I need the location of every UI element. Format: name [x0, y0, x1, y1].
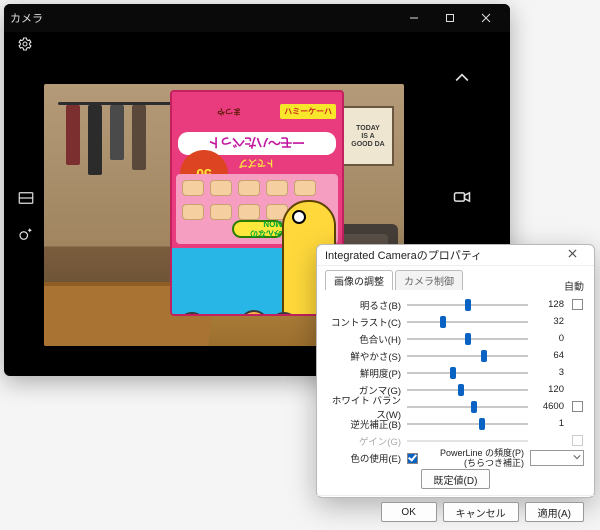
slider-gain [407, 435, 528, 447]
row-backlight: 逆光補正(B) 1 [327, 415, 584, 432]
label-gain: ゲイン(G) [327, 434, 401, 448]
expand-panel-button[interactable] [450, 68, 474, 92]
label-brightness: 明るさ(B) [327, 298, 401, 312]
value-gamma: 120 [534, 384, 564, 395]
label-sharpness: 鮮明度(P) [327, 366, 401, 380]
ok-button[interactable]: OK [381, 502, 437, 522]
auto-brightness-checkbox[interactable] [572, 299, 583, 310]
video-icon [452, 187, 472, 212]
sign-line: GOOD DA [351, 141, 384, 148]
value-sharpness: 3 [534, 367, 564, 378]
color-enable-checkbox[interactable] [407, 453, 418, 464]
slider-contrast[interactable] [407, 316, 528, 328]
slider-brightness[interactable] [407, 299, 528, 311]
value-contrast: 32 [534, 316, 564, 327]
label-hue: 色合い(H) [327, 332, 401, 346]
row-color-enable: 色の使用(E) PowerLine の頻度(P) (ちらつき補正) [327, 449, 584, 467]
box-badge: ハミーケーハ [280, 104, 336, 119]
tab-image-adjust[interactable]: 画像の調整 [325, 270, 393, 290]
auto-column-header: 自動 [564, 278, 584, 293]
close-button[interactable] [468, 4, 504, 32]
box-logo: まつや [178, 106, 280, 117]
maximize-button[interactable] [432, 4, 468, 32]
sign-line: IS A [361, 133, 374, 140]
slider-backlight[interactable] [407, 418, 528, 430]
auto-whitebalance-checkbox[interactable] [572, 401, 583, 412]
chevron-down-icon [573, 453, 581, 464]
video-mode-button[interactable] [450, 187, 474, 211]
camera-toolbar [4, 32, 510, 60]
slider-hue[interactable] [407, 333, 528, 345]
tab-camera-control[interactable]: カメラ制御 [395, 270, 463, 290]
row-contrast: コントラスト(C) 32 [327, 313, 584, 330]
gear-icon [17, 36, 33, 57]
dialog-close-button[interactable] [558, 245, 586, 265]
grid-icon [17, 189, 35, 212]
image-adjust-form: 自動 明るさ(B) 128 コントラスト(C) 32 色合い(H) 0 鮮やかさ… [317, 290, 594, 495]
powerline-label: PowerLine の頻度(P) (ちらつき補正) [440, 448, 524, 468]
dialog-title: Integrated Cameraのプロパティ [325, 247, 558, 263]
row-gain: ゲイン(G) [327, 432, 584, 449]
dialog-button-row: OK キャンセル 適用(A) [317, 495, 594, 530]
left-toolbar [12, 60, 40, 376]
slider-saturation[interactable] [407, 350, 528, 362]
powerline-label-b: (ちらつき補正) [464, 458, 524, 468]
auto-gain-checkbox [572, 435, 583, 446]
slider-sharpness[interactable] [407, 367, 528, 379]
close-icon [568, 249, 577, 261]
label-color-enable: 色の使用(E) [327, 451, 401, 465]
label-contrast: コントラスト(C) [327, 315, 401, 329]
settings-button[interactable] [12, 33, 38, 59]
value-backlight: 1 [534, 418, 564, 429]
apply-button[interactable]: 適用(A) [525, 502, 584, 522]
framing-grid-button[interactable] [16, 190, 36, 210]
wall-sign: TODAY IS A GOOD DA [342, 106, 394, 166]
value-whitebalance: 4600 [534, 401, 564, 412]
sparkle-icon [17, 225, 35, 248]
value-saturation: 64 [534, 350, 564, 361]
chevron-up-icon [452, 68, 472, 93]
slider-gamma[interactable] [407, 384, 528, 396]
camera-titlebar: カメラ [4, 4, 510, 32]
dialog-tabs: 画像の調整 カメラ制御 [317, 266, 594, 290]
box-ribbon: みんなのMON [232, 220, 284, 238]
row-hue: 色合い(H) 0 [327, 330, 584, 347]
camera-properties-dialog: Integrated Cameraのプロパティ 画像の調整 カメラ制御 自動 明… [316, 244, 595, 498]
row-brightness: 明るさ(B) 128 [327, 296, 584, 313]
dialog-titlebar: Integrated Cameraのプロパティ [317, 245, 594, 266]
defaults-button[interactable]: 既定値(D) [421, 469, 491, 489]
camera-title: カメラ [10, 10, 43, 26]
minimize-button[interactable] [396, 4, 432, 32]
slider-whitebalance[interactable] [407, 401, 528, 413]
sign-line: TODAY [356, 125, 380, 132]
label-saturation: 鮮やかさ(S) [327, 349, 401, 363]
value-hue: 0 [534, 333, 564, 344]
row-sharpness: 鮮明度(P) 3 [327, 364, 584, 381]
cancel-button[interactable]: キャンセル [443, 502, 519, 522]
row-whitebalance: ホワイト バランス(W) 4600 [327, 398, 584, 415]
effects-button[interactable] [16, 226, 36, 246]
label-backlight: 逆光補正(B) [327, 417, 401, 431]
powerline-select[interactable] [530, 450, 584, 466]
value-brightness: 128 [534, 299, 564, 310]
powerline-label-a: PowerLine の頻度(P) [440, 448, 524, 458]
row-saturation: 鮮やかさ(S) 64 [327, 347, 584, 364]
